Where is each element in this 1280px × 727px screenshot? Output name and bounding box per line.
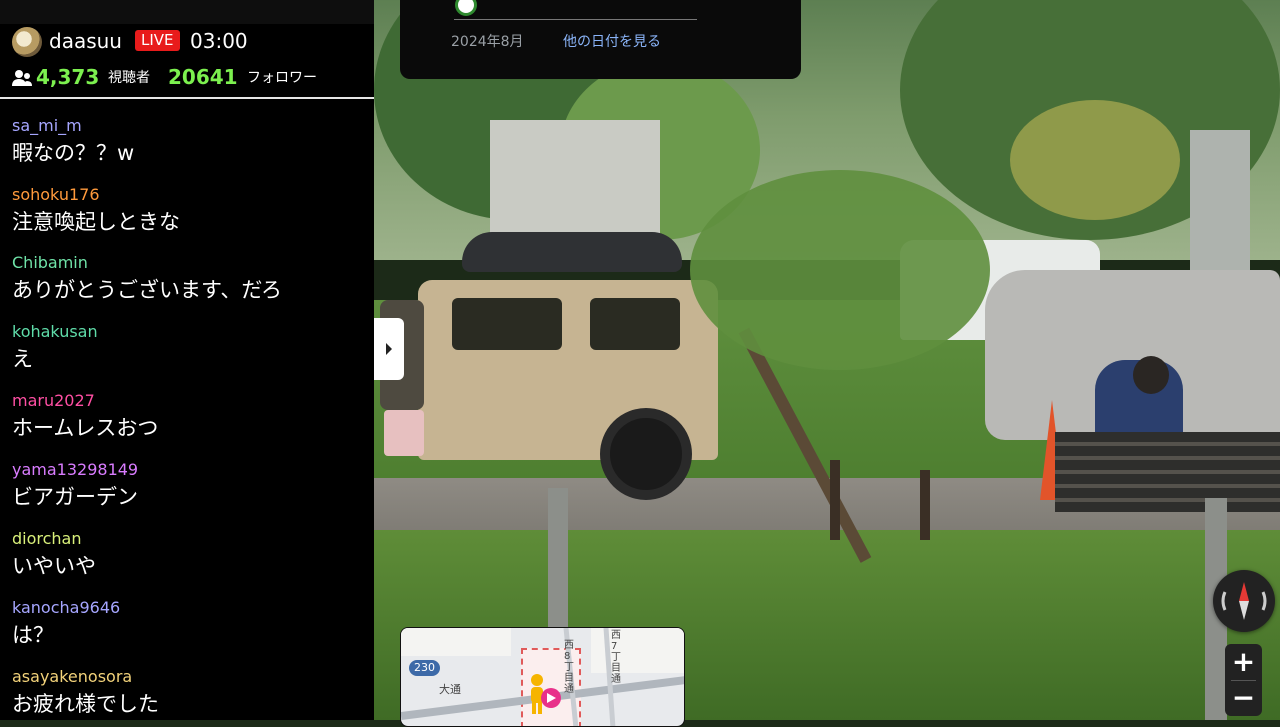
roof-box <box>462 232 682 272</box>
minimap[interactable]: 230 大通 西8丁目通 西7丁目通 <box>400 627 685 727</box>
chat-message: yama13298149 ビアガーデン <box>12 460 367 512</box>
zoom-out-button[interactable]: − <box>1225 680 1262 716</box>
chevron-right-icon <box>386 343 392 355</box>
suv-window <box>590 298 680 350</box>
header-strip <box>0 0 374 24</box>
chat-username[interactable]: diorchan <box>12 529 367 549</box>
chat-message: Chibamin ありがとうございます、だろ <box>12 253 367 305</box>
chat-message: kohakusan え <box>12 322 367 374</box>
chat-message: maru2027 ホームレスおつ <box>12 391 367 443</box>
imagery-date-popup: 2024年8月 他の日付を見る <box>400 0 801 79</box>
chat-username[interactable]: sohoku176 <box>12 185 367 205</box>
chat-panel: daasuu LIVE 03:00 4,373 視聴者 20641 フォロワー … <box>0 0 374 720</box>
tree-foliage <box>690 170 990 370</box>
viewer-count: 4,373 <box>36 65 100 89</box>
stream-header: daasuu LIVE 03:00 4,373 視聴者 20641 フォロワー <box>0 0 374 99</box>
compass-icon <box>1221 582 1267 620</box>
chat-text: お疲れ様でした <box>12 692 159 716</box>
streamer-name[interactable]: daasuu <box>49 28 122 54</box>
person-head <box>1133 356 1169 394</box>
compass-button[interactable] <box>1213 570 1275 632</box>
chat-username[interactable]: maru2027 <box>12 391 367 411</box>
route-sign: 230 <box>409 660 440 676</box>
chat-text: ホームレスおつ <box>12 416 159 440</box>
capture-date: 2024年8月 <box>451 34 524 50</box>
chat-text: ありがとうございます、だろ <box>12 278 283 302</box>
chat-username[interactable]: asayakenosora <box>12 667 367 687</box>
fence-post <box>548 488 568 628</box>
chat-text: いやいや <box>12 554 96 578</box>
street-label-west: 西8丁目通 <box>564 640 574 695</box>
chat-message: sohoku176 注意喚起しときな <box>12 185 367 237</box>
chat-message: diorchan いやいや <box>12 529 367 581</box>
chat-message: asayakenosora お疲れ様でした <box>12 667 367 719</box>
live-badge: LIVE <box>135 30 180 51</box>
viewer-icon <box>12 70 32 86</box>
collapse-panel-button[interactable] <box>374 318 404 380</box>
check-icon <box>455 0 477 16</box>
chat-username[interactable]: kanocha9646 <box>12 598 367 618</box>
chat-username[interactable]: kohakusan <box>12 322 367 342</box>
fence-post <box>920 470 930 540</box>
see-other-dates-link[interactable]: 他の日付を見る <box>563 32 661 52</box>
chat-text: 注意喚起しときな <box>12 210 180 234</box>
follower-label: フォロワー <box>247 70 317 86</box>
pegman-icon[interactable] <box>525 672 565 716</box>
chat-username[interactable]: sa_mi_m <box>12 116 367 136</box>
tree-foliage <box>1010 100 1180 220</box>
chat-text: 暇なの？？w <box>12 141 135 165</box>
zoom-in-button[interactable]: + <box>1225 644 1262 680</box>
person-shorts <box>384 410 424 456</box>
zoom-control: + − <box>1225 644 1262 716</box>
street-label: 大通 <box>439 683 461 696</box>
chat-message: kanocha9646 は？ <box>12 598 367 650</box>
stream-duration: 03:00 <box>190 29 248 53</box>
chat-message: sa_mi_m 暇なの？？w <box>12 116 367 168</box>
chat-text: え <box>12 347 33 371</box>
chat-text: は？ <box>12 623 54 647</box>
viewer-label: 視聴者 <box>108 70 150 86</box>
chat-username[interactable]: Chibamin <box>12 253 367 273</box>
suv-window <box>452 298 562 350</box>
suv-wheel <box>600 408 692 500</box>
park-bench <box>1055 432 1280 512</box>
chat-username[interactable]: yama13298149 <box>12 460 367 480</box>
street-label-east: 西7丁目通 <box>611 630 621 685</box>
background-building <box>490 120 660 240</box>
fence-post <box>830 460 840 540</box>
popup-divider <box>454 19 697 20</box>
chat-text: ビアガーデン <box>12 485 138 509</box>
avatar[interactable] <box>12 27 42 57</box>
follower-count: 20641 <box>168 65 238 89</box>
